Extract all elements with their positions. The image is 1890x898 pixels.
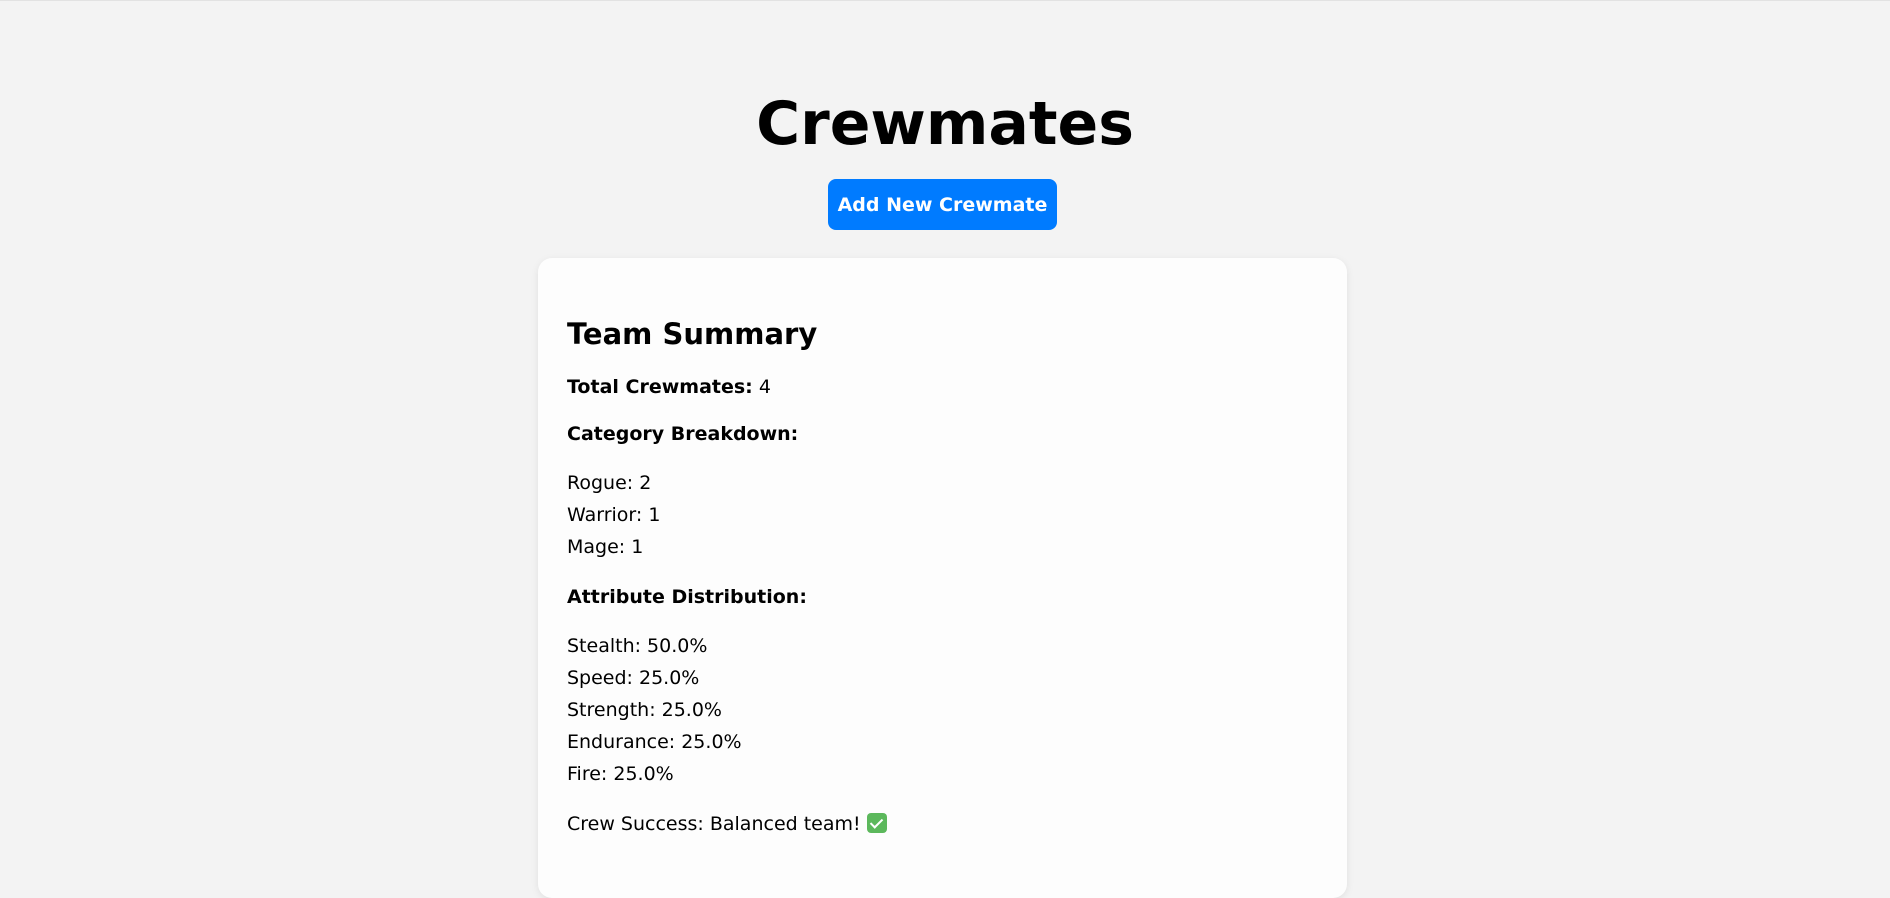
category-breakdown-heading: Category Breakdown: [567, 423, 799, 445]
crew-success-status: Crew Success: Balanced team! [567, 812, 887, 836]
add-crewmate-button[interactable]: Add New Crewmate [828, 179, 1057, 230]
attribute-distribution-heading: Attribute Distribution: [567, 586, 807, 608]
page-title: Crewmates [756, 89, 1134, 159]
total-crewmates-value: 4 [758, 376, 771, 398]
category-item-rogue: Rogue: 2 [567, 472, 652, 494]
attribute-item-endurance: Endurance: 25.0% [567, 731, 742, 753]
attribute-item-speed: Speed: 25.0% [567, 667, 700, 689]
category-item-mage: Mage: 1 [567, 536, 644, 558]
team-summary-card: Team Summary Total Crewmates: 4 Category… [538, 258, 1347, 898]
total-crewmates: Total Crewmates: 4 [567, 375, 771, 399]
category-item-warrior: Warrior: 1 [567, 504, 661, 526]
team-summary-heading: Team Summary [567, 317, 818, 351]
attribute-item-fire: Fire: 25.0% [567, 763, 674, 785]
total-crewmates-label: Total Crewmates: [567, 376, 753, 398]
check-mark-icon [866, 813, 887, 833]
attribute-item-stealth: Stealth: 50.0% [567, 635, 708, 657]
crew-success-text: Crew Success: Balanced team! [567, 813, 861, 835]
attribute-item-strength: Strength: 25.0% [567, 699, 722, 721]
top-border [0, 0, 1890, 1]
